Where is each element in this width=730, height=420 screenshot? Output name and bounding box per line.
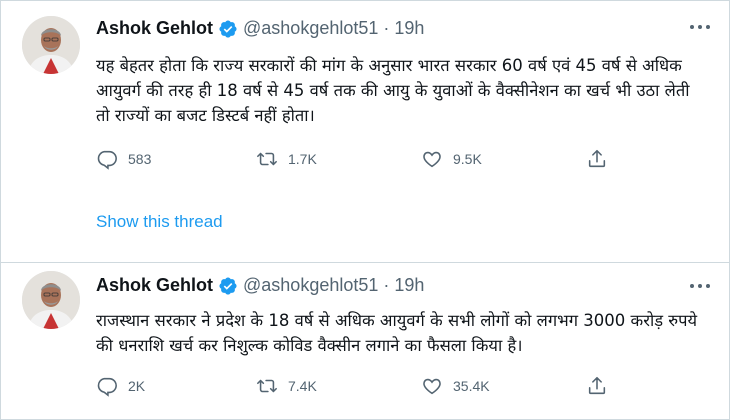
show-thread-link[interactable]: Show this thread xyxy=(96,212,223,232)
retweet-icon xyxy=(257,152,277,166)
heart-icon xyxy=(423,378,441,395)
header-separator: · xyxy=(383,18,390,38)
share-button[interactable] xyxy=(586,375,608,397)
reply-icon xyxy=(97,377,117,397)
like-count: 9.5K xyxy=(453,151,482,167)
reply-button[interactable]: 583 xyxy=(96,148,151,170)
reply-count: 583 xyxy=(128,151,152,167)
tweet-header: Ashok Gehlot @ashokgehlot51 · 19h xyxy=(96,275,424,296)
tweet-text: राजस्थान सरकार ने प्रदेश के 18 वर्ष से अ… xyxy=(96,311,698,355)
author-name[interactable]: Ashok Gehlot xyxy=(96,275,213,296)
retweet-count: 1.7K xyxy=(288,151,317,167)
reply-count: 2K xyxy=(128,378,146,394)
like-count: 35.4K xyxy=(453,378,490,394)
share-button[interactable] xyxy=(586,148,608,170)
share-icon xyxy=(588,149,606,168)
retweet-count: 7.4K xyxy=(288,378,317,394)
heart-icon xyxy=(423,151,441,168)
avatar-portrait-icon xyxy=(22,271,80,329)
author-handle[interactable]: @ashokgehlot51 xyxy=(243,18,378,39)
tweet-actions: 583 1.7K 9.5K xyxy=(96,148,636,172)
author-handle[interactable]: @ashokgehlot51 xyxy=(243,275,378,296)
tweet-actions: 2K 7.4K 35.4K xyxy=(96,375,636,399)
tweet-card[interactable]: Ashok Gehlot @ashokgehlot51 · 19h राजस्थ… xyxy=(0,263,730,420)
avatar-portrait-icon xyxy=(22,16,80,74)
more-options-icon[interactable] xyxy=(688,281,712,291)
tweet-timestamp[interactable]: 19h xyxy=(394,18,424,39)
tweet-text: यह बेहतर होता कि राज्य सरकारों की मांग क… xyxy=(96,56,690,125)
author-name[interactable]: Ashok Gehlot xyxy=(96,18,213,39)
tweet-card[interactable]: Ashok Gehlot @ashokgehlot51 · 19h यह बेह… xyxy=(0,0,730,262)
verified-badge-icon xyxy=(218,19,238,39)
like-button[interactable]: 35.4K xyxy=(421,375,490,397)
like-button[interactable]: 9.5K xyxy=(421,148,482,170)
retweet-icon xyxy=(257,379,277,393)
verified-badge-icon xyxy=(218,276,238,296)
tweet-timestamp[interactable]: 19h xyxy=(394,275,424,296)
reply-button[interactable]: 2K xyxy=(96,375,145,397)
header-separator: · xyxy=(383,275,390,295)
share-icon xyxy=(588,376,606,395)
reply-icon xyxy=(97,150,117,170)
avatar[interactable] xyxy=(22,16,80,74)
more-options-icon[interactable] xyxy=(688,22,712,32)
retweet-button[interactable]: 1.7K xyxy=(256,148,317,170)
retweet-button[interactable]: 7.4K xyxy=(256,375,317,397)
avatar[interactable] xyxy=(22,271,80,329)
tweet-header: Ashok Gehlot @ashokgehlot51 · 19h xyxy=(96,18,424,39)
